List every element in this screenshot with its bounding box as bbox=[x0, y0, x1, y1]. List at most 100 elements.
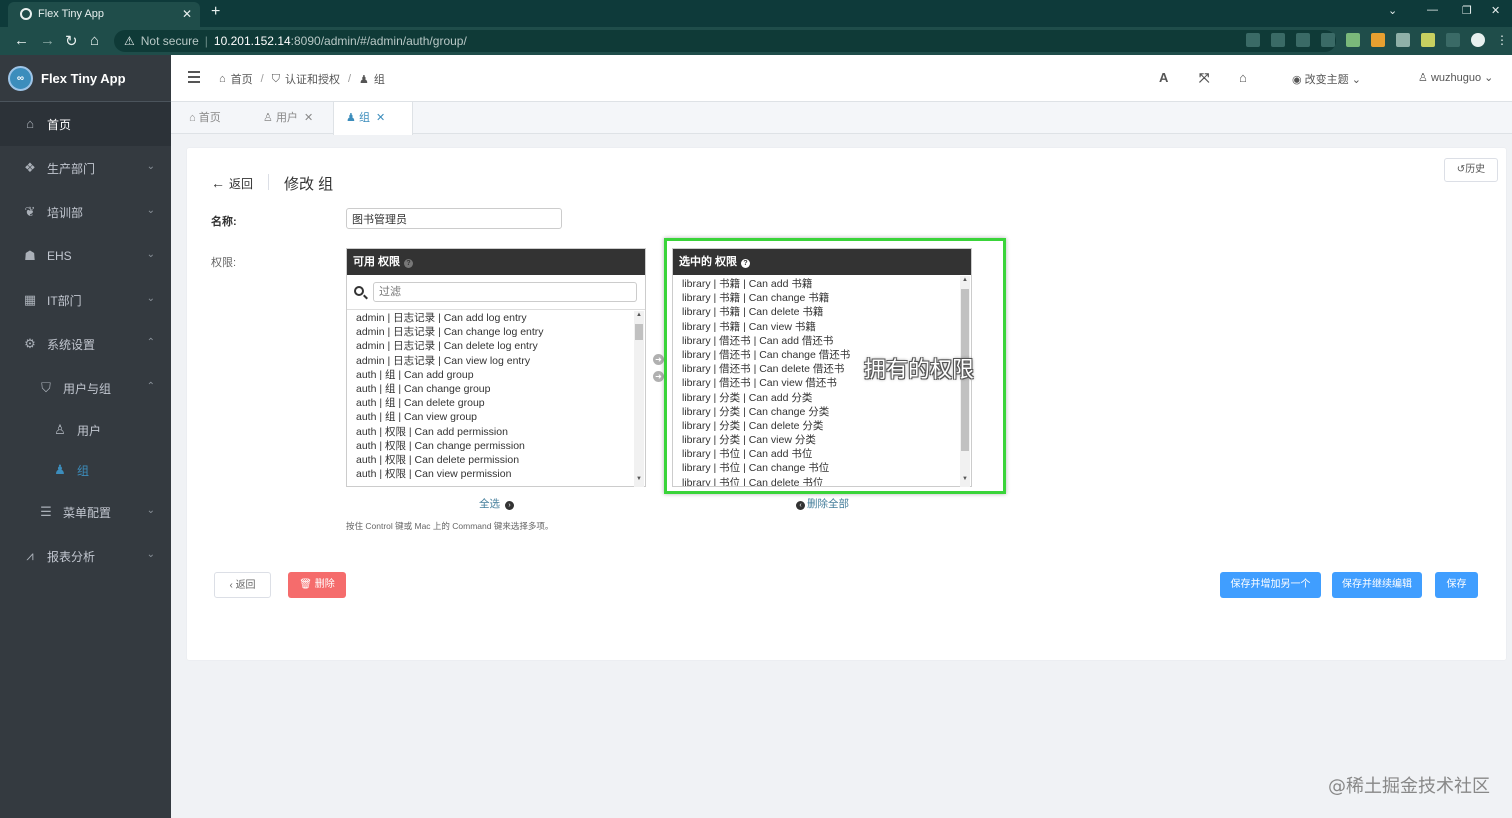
theme-button[interactable]: ◉ 改变主题 ⌄ bbox=[1292, 71, 1361, 87]
sidebar-item-label: 首页 bbox=[47, 117, 72, 132]
minimize-icon[interactable]: — bbox=[1427, 4, 1438, 16]
star-icon[interactable] bbox=[1321, 33, 1335, 47]
add-arrow-icon[interactable]: ➜ bbox=[653, 354, 664, 365]
new-tab-button[interactable]: + bbox=[211, 3, 220, 21]
font-size-icon[interactable]: A bbox=[1159, 70, 1168, 85]
fullscreen-icon[interactable]: ⤧ bbox=[1199, 70, 1209, 86]
scroll-up-icon[interactable]: ▲ bbox=[635, 312, 643, 318]
permission-option[interactable]: auth | 组 | Can change group bbox=[347, 382, 645, 396]
puzzle-icon[interactable] bbox=[1446, 33, 1460, 47]
share-icon[interactable] bbox=[1296, 33, 1310, 47]
breadcrumb-home[interactable]: 首页 bbox=[231, 71, 253, 87]
permission-option[interactable]: admin | 日志记录 | Can change log entry bbox=[347, 325, 645, 339]
save-add-another-button[interactable]: 保存并增加另一个 bbox=[1220, 572, 1321, 598]
remove-arrow-icon[interactable]: ➜ bbox=[653, 371, 664, 382]
permission-option[interactable]: admin | 日志记录 | Can delete log entry bbox=[347, 339, 645, 353]
extension-2-icon[interactable] bbox=[1371, 33, 1385, 47]
remove-all-link[interactable]: ‹ 删除全部 bbox=[796, 496, 849, 511]
url-field[interactable]: ⚠ Not secure | 10.201.152.14:8090/admin/#/a… bbox=[114, 30, 1336, 52]
delete-button[interactable]: 🗑 删除 bbox=[288, 572, 346, 598]
history-label: 历史 bbox=[1465, 164, 1486, 175]
shield-icon: ⛉ bbox=[271, 72, 280, 85]
worker-icon: ☗ bbox=[24, 248, 36, 263]
sidebar-item-groups[interactable]: ♟ 组 bbox=[0, 450, 171, 490]
permission-option[interactable]: auth | 权限 | Can add permission bbox=[347, 425, 645, 439]
watermark: @稀土掘金技术社区 bbox=[1328, 776, 1490, 797]
windows-icon: ▦ bbox=[23, 292, 37, 307]
sidebar-item-training[interactable]: ❦ 培训部 ⌄ bbox=[0, 190, 171, 234]
help-text: 按住 Control 键或 Mac 上的 Command 键来选择多项。 bbox=[346, 521, 554, 531]
close-window-icon[interactable]: ✕ bbox=[1491, 4, 1500, 17]
sidebar-item-users-groups[interactable]: ⛉ 用户与组 ⌃ bbox=[0, 366, 171, 410]
extension-3-icon[interactable] bbox=[1396, 33, 1410, 47]
tab-home[interactable]: ⌂ 首页 bbox=[177, 102, 233, 134]
permission-option[interactable]: auth | 组 | Can view group bbox=[347, 410, 645, 424]
warning-icon: ⚠ bbox=[124, 34, 135, 48]
tab-groups[interactable]: ♟ 组 ✕ bbox=[333, 102, 413, 135]
tab-users[interactable]: ♙ 用户 ✕ bbox=[251, 102, 325, 134]
choose-all-label: 全选 bbox=[479, 498, 500, 510]
restore-icon[interactable]: ❐ bbox=[1462, 4, 1472, 17]
permission-option[interactable]: auth | 组 | Can add group bbox=[347, 368, 645, 382]
chevron-down-icon[interactable]: ⌄ bbox=[1388, 4, 1397, 17]
translate-icon[interactable] bbox=[1271, 33, 1285, 47]
permission-option[interactable]: auth | 权限 | Can change permission bbox=[347, 439, 645, 453]
chevron-down-icon: ⌄ bbox=[1484, 72, 1494, 84]
breadcrumb-auth[interactable]: 认证和授权 bbox=[285, 71, 340, 87]
back-button[interactable]: ‹ 返回 bbox=[214, 572, 271, 598]
browser-tab[interactable]: Flex Tiny App ✕ bbox=[8, 2, 200, 27]
home-icon[interactable]: ⌂ bbox=[1239, 70, 1247, 85]
choose-all-link[interactable]: 全选 › bbox=[479, 496, 514, 511]
sidebar-item-settings[interactable]: ⚙ 系统设置 ⌃ bbox=[0, 322, 171, 366]
permission-option[interactable]: admin | 日志记录 | Can view log entry bbox=[347, 354, 645, 368]
permission-option[interactable]: auth | 组 | Can delete group bbox=[347, 396, 645, 410]
permissions-label: 权限: bbox=[211, 257, 237, 269]
tab-label: 用户 bbox=[275, 112, 298, 124]
browser-tabstrip: Flex Tiny App ✕ + ⌄ — ❐ ✕ bbox=[0, 0, 1512, 27]
sidebar-item-home[interactable]: ⌂ 首页 bbox=[0, 102, 171, 146]
chevron-down-icon: ⌄ bbox=[146, 205, 155, 216]
more-icon[interactable]: ⋮ bbox=[1496, 33, 1508, 47]
permission-option[interactable]: auth | 权限 | Can delete permission bbox=[347, 453, 645, 467]
permission-option[interactable]: auth | 权限 | Can view permission bbox=[347, 467, 645, 481]
page-tabs: ⌂ 首页 ♙ 用户 ✕ ♟ 组 ✕ bbox=[171, 102, 1512, 135]
sidebar-item-reports[interactable]: ⩘ 报表分析 ⌄ bbox=[0, 534, 171, 578]
extension-icons: ⋮ bbox=[1246, 33, 1508, 47]
sidebar-item-production[interactable]: ❖ 生产部门 ⌄ bbox=[0, 146, 171, 190]
permission-option[interactable]: admin | 日志记录 | Can add log entry bbox=[347, 311, 645, 325]
back-arrow-icon[interactable]: ← bbox=[14, 32, 29, 49]
sidebar-item-users[interactable]: ♙ 用户 bbox=[0, 410, 171, 450]
sidebar-item-ehs[interactable]: ☗ EHS ⌄ bbox=[0, 234, 171, 278]
name-field[interactable] bbox=[346, 208, 562, 229]
home-icon[interactable]: ⌂ bbox=[90, 32, 99, 49]
reload-icon[interactable]: ↻ bbox=[65, 32, 78, 50]
extension-4-icon[interactable] bbox=[1421, 33, 1435, 47]
scrollbar-thumb[interactable] bbox=[635, 324, 643, 340]
users-icon: ♟ bbox=[54, 462, 66, 477]
filter-input[interactable] bbox=[373, 282, 637, 302]
key-icon[interactable] bbox=[1246, 33, 1260, 47]
forward-arrow-icon[interactable]: → bbox=[40, 32, 55, 49]
save-continue-button[interactable]: 保存并继续编辑 bbox=[1332, 572, 1422, 598]
close-icon[interactable]: ✕ bbox=[376, 112, 385, 124]
user-menu-button[interactable]: ♙ wuzhuguo ⌄ bbox=[1418, 71, 1493, 84]
globe-icon bbox=[20, 8, 32, 20]
sidebar-item-it[interactable]: ▦ IT部门 ⌄ bbox=[0, 278, 171, 322]
theme-label: 改变主题 bbox=[1304, 74, 1349, 86]
url-path: :8090/admin/#/admin/auth/group/ bbox=[290, 34, 467, 48]
extension-1-icon[interactable] bbox=[1346, 33, 1360, 47]
close-tab-icon[interactable]: ✕ bbox=[182, 2, 192, 26]
close-icon[interactable]: ✕ bbox=[304, 112, 313, 124]
sidebar-item-menu-config[interactable]: ☰ 菜单配置 ⌄ bbox=[0, 490, 171, 534]
title-divider bbox=[268, 174, 269, 190]
scroll-down-icon[interactable]: ▼ bbox=[635, 476, 643, 482]
address-bar: ← → ↻ ⌂ ⚠ Not secure | 10.201.152.14:8090/a… bbox=[0, 27, 1512, 55]
available-list[interactable]: admin | 日志记录 | Can add log entry admin | … bbox=[347, 310, 645, 486]
profile-icon[interactable] bbox=[1471, 33, 1485, 47]
hamburger-icon[interactable] bbox=[188, 71, 200, 86]
back-link[interactable]: ← 返回 bbox=[211, 175, 253, 192]
name-label: 名称: bbox=[211, 216, 237, 228]
save-button[interactable]: 保存 bbox=[1435, 572, 1478, 598]
brand[interactable]: ∞ Flex Tiny App bbox=[0, 55, 171, 102]
history-button[interactable]: ↺历史 bbox=[1444, 158, 1498, 182]
